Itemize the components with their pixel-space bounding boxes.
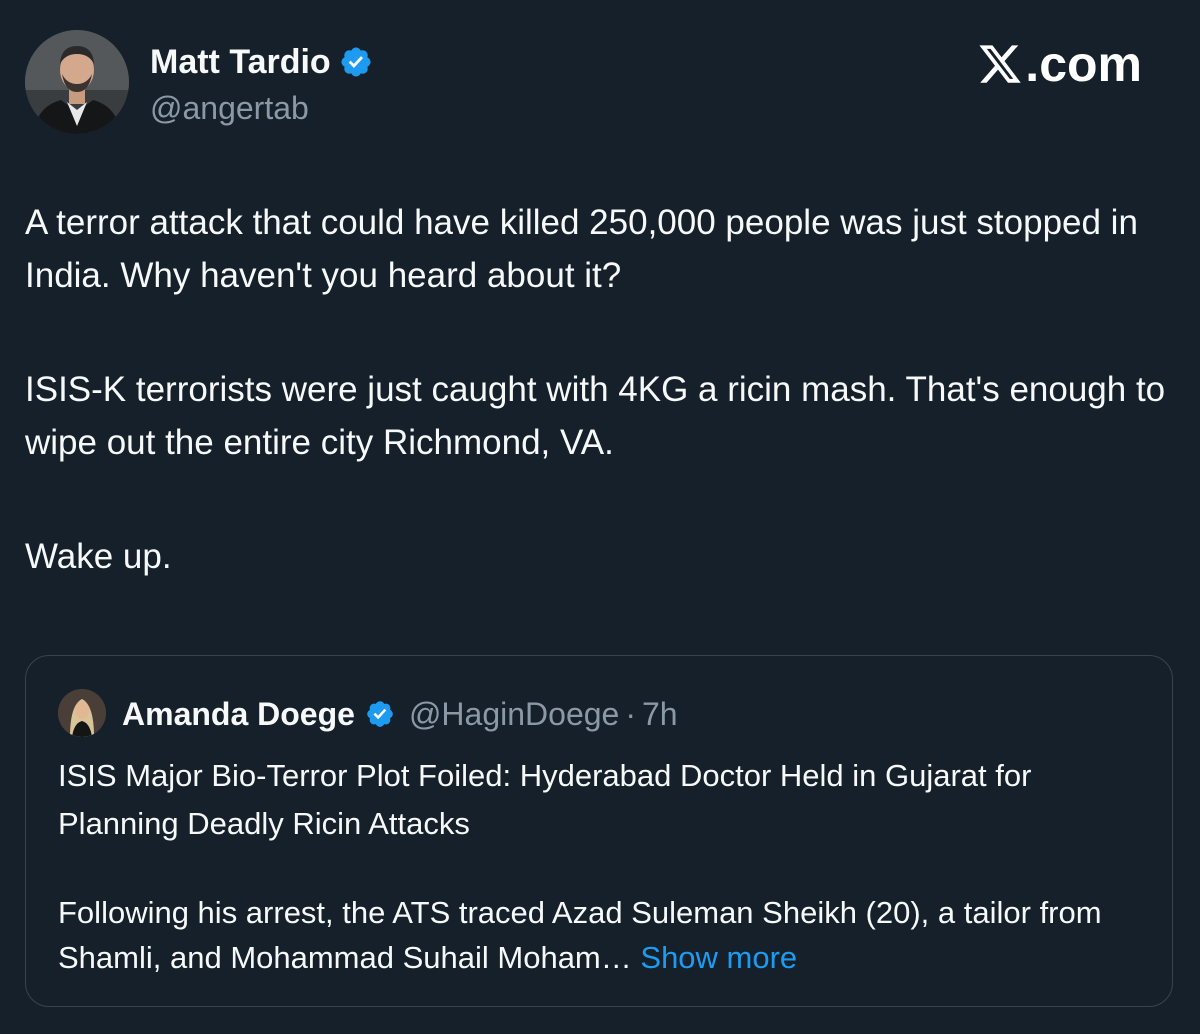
quote-title: ISIS Major Bio-Terror Plot Foiled: Hyder… xyxy=(58,758,1032,841)
verified-badge-icon xyxy=(367,701,393,727)
verified-badge-icon xyxy=(341,47,371,77)
quote-author-name[interactable]: Amanda Doege xyxy=(122,696,355,733)
show-more-link[interactable]: Show more xyxy=(640,940,797,975)
quote-timestamp[interactable]: 7h xyxy=(642,696,678,733)
quote-author-handle[interactable]: @HaginDoege xyxy=(409,696,619,733)
tweet-paragraph: ISIS-K terrorists were just caught with … xyxy=(25,370,1166,462)
tweet-paragraph: Wake up. xyxy=(25,537,172,576)
quoted-tweet[interactable]: Amanda Doege @HaginDoege · 7h ISIS Major… xyxy=(25,655,1173,1007)
author-name-text[interactable]: Matt Tardio xyxy=(150,42,331,82)
tweet-card: Matt Tardio @angertab .com A terror atta… xyxy=(0,0,1200,1034)
brand-label: .com xyxy=(977,36,1142,92)
brand-domain-text: .com xyxy=(1025,36,1142,92)
tweet-paragraph: A terror attack that could have killed 2… xyxy=(25,203,1138,295)
quote-header: Amanda Doege @HaginDoege · 7h xyxy=(122,690,678,738)
separator-dot: · xyxy=(625,695,636,732)
author-avatar[interactable] xyxy=(25,30,129,134)
author-name[interactable]: Matt Tardio xyxy=(150,42,373,82)
quote-body-text: Following his arrest, the ATS traced Aza… xyxy=(58,895,1102,975)
quote-author-avatar[interactable] xyxy=(58,689,106,737)
quote-body: Following his arrest, the ATS traced Aza… xyxy=(58,890,1148,980)
x-logo-icon xyxy=(979,45,1022,83)
tweet-text: A terror attack that could have killed 2… xyxy=(25,196,1175,583)
author-handle[interactable]: @angertab xyxy=(150,88,309,128)
